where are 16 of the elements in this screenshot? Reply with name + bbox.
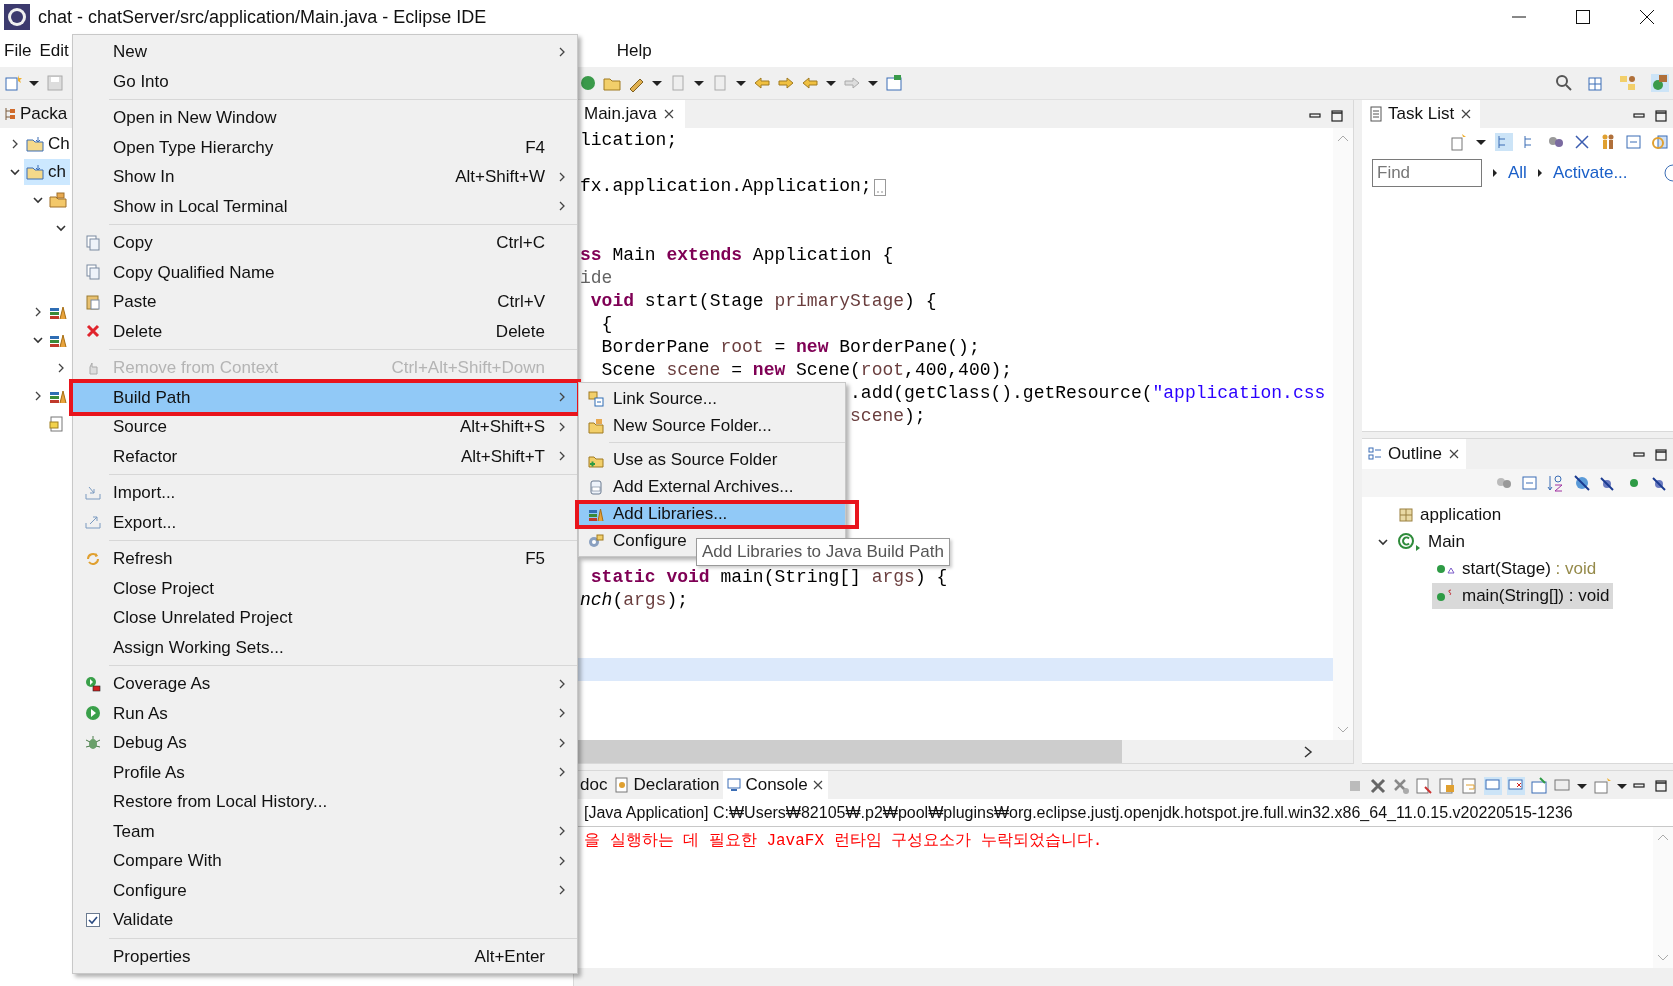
- code-line: .add(getClass().getResource("application.css: [850, 382, 1326, 405]
- code-line: scene);: [850, 405, 926, 428]
- console-output-line: 을 실행하는 데 필요한 JavaFX 런타임 구성요소가 누락되었습니다.: [584, 831, 1103, 852]
- code-line: lication;: [580, 129, 678, 152]
- code-line: ss Main extends Application {: [580, 244, 894, 267]
- code-line: {: [601, 313, 613, 336]
- code-line: static void main(String[] args) {: [590, 566, 948, 589]
- tooltip: Add Libraries to Java Build Path: [696, 538, 950, 566]
- process-label: [Java Application] C:₩Users₩82105₩.p2₩pool₩plugins₩org.eclipse.justj.openjdk.hotspot.jre.full.win32.x86_64_11.0.15.v20220515-1236: [584, 802, 1573, 823]
- code-line: nch(args);: [580, 589, 689, 612]
- window-title: chat - chatServer/src/application/Main.java - Eclipse IDE: [38, 5, 487, 29]
- code-line: ide: [580, 267, 613, 290]
- code-line: void start(Stage primaryStage) {: [590, 290, 937, 313]
- code-line: Scene scene = new Scene(root,400,400);: [601, 359, 1013, 382]
- code-line: BorderPane root = new BorderPane();: [601, 336, 980, 359]
- code-line: fx.application.Application;: [580, 175, 872, 198]
